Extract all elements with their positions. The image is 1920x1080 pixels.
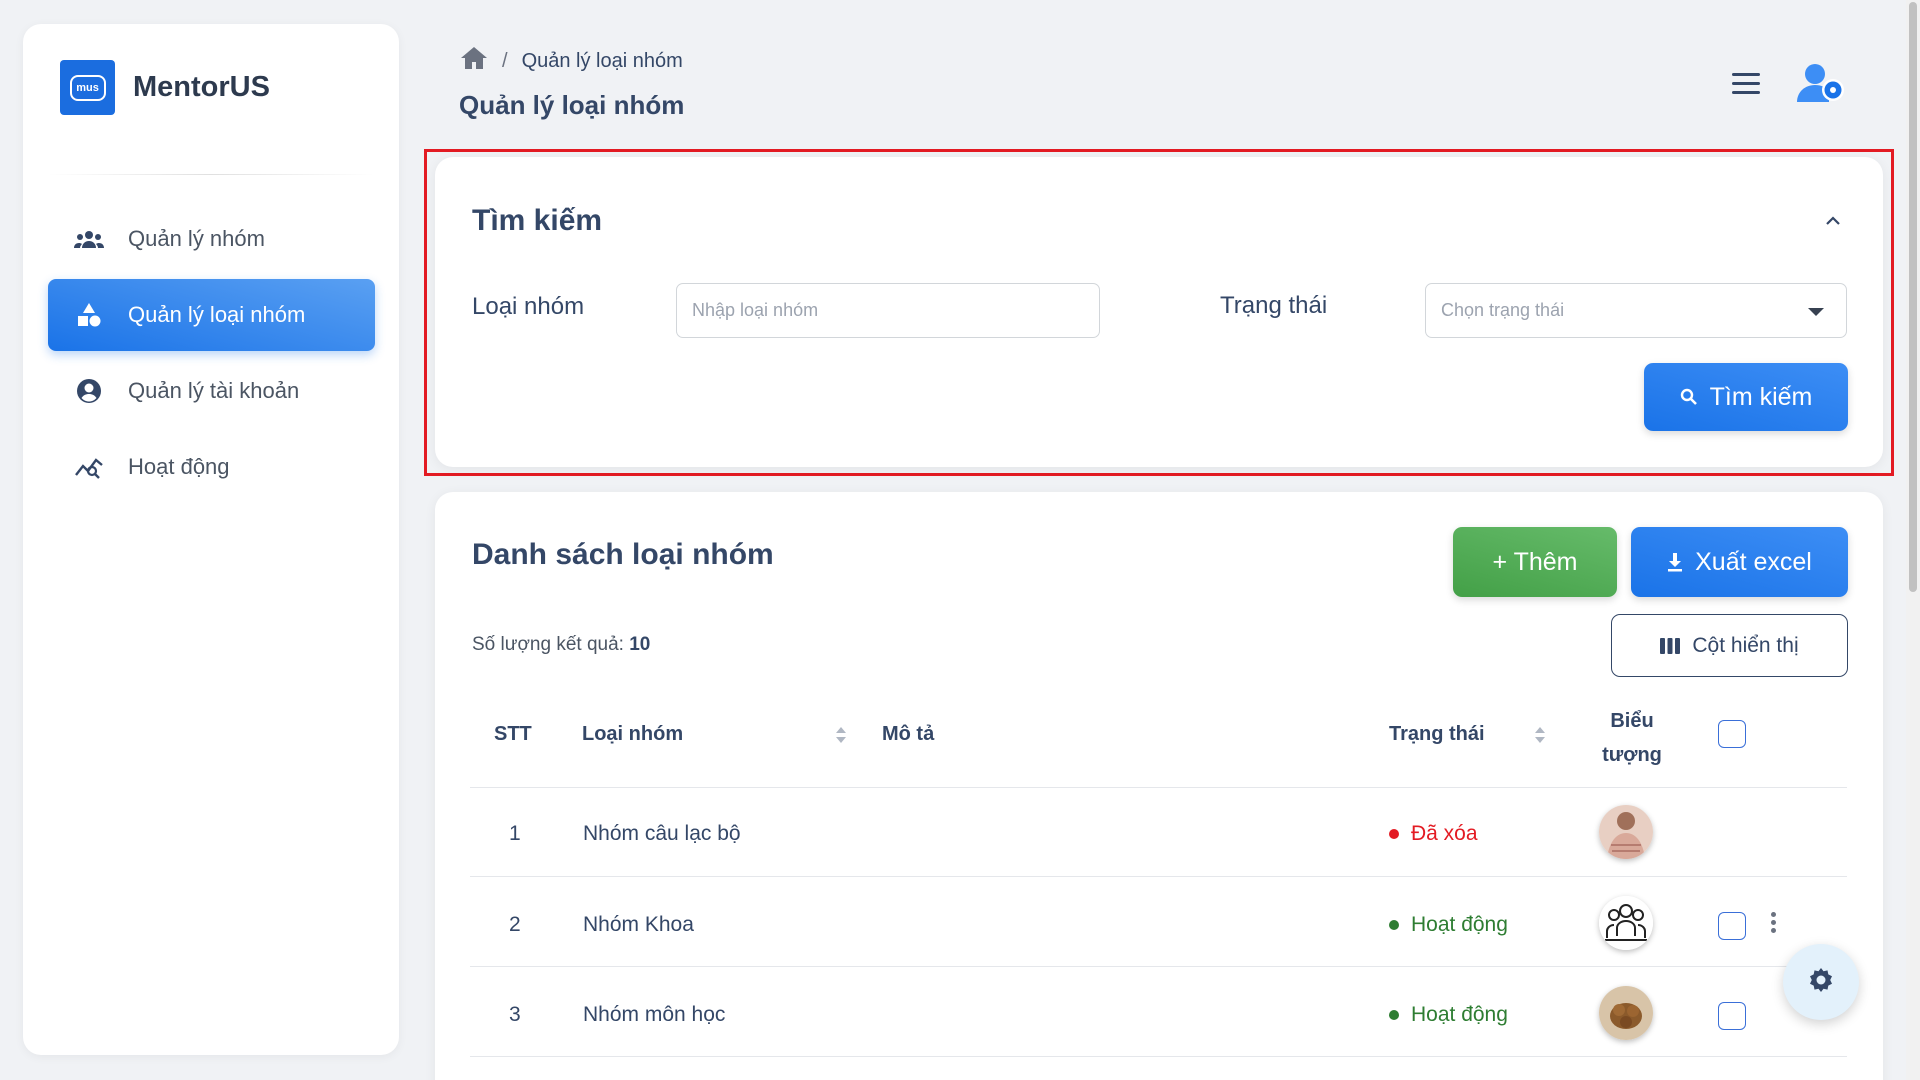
scrollbar-thumb[interactable]: [1909, 2, 1917, 592]
status-text: Hoạt động: [1411, 913, 1508, 936]
search-button[interactable]: Tìm kiếm: [1644, 363, 1848, 431]
status-select-placeholder: Chọn trạng thái: [1441, 300, 1565, 320]
column-header-icon-line1: Biểu: [1610, 710, 1654, 732]
status-badge: Hoạt động: [1389, 1003, 1508, 1027]
status-dot: [1389, 829, 1399, 839]
category-icon: [74, 300, 104, 330]
sidebar-item-label: Quản lý nhóm: [128, 226, 265, 251]
group-type-avatar: [1599, 986, 1653, 1040]
status-select[interactable]: Chọn trạng thái: [1425, 283, 1847, 338]
column-header-stt: STT: [494, 723, 532, 745]
sidebar-item-label: Quản lý tài khoản: [128, 378, 300, 403]
add-button-label: + Thêm: [1492, 547, 1578, 576]
breadcrumb-current: Quản lý loại nhóm: [521, 49, 683, 72]
group-type-avatar: [1599, 896, 1653, 950]
row-group-type: Nhóm môn học: [583, 1003, 726, 1026]
row-group-type: Nhóm Khoa: [583, 913, 694, 936]
export-button-label: Xuất excel: [1695, 547, 1812, 576]
more-vert-icon[interactable]: [1771, 912, 1777, 934]
account-circle-icon: [74, 376, 104, 406]
status-badge: Hoạt động: [1389, 913, 1508, 937]
column-header-group-type[interactable]: Loại nhóm: [582, 723, 683, 746]
status-text: Đã xóa: [1411, 822, 1478, 845]
result-count-value: 10: [629, 634, 651, 655]
export-excel-button[interactable]: Xuất excel: [1631, 527, 1848, 597]
group-type-avatar: [1599, 805, 1653, 859]
result-count: Số lượng kết quả: 10: [472, 634, 650, 656]
settings-fab[interactable]: [1783, 944, 1859, 1020]
sidebar-item-account-management[interactable]: Quản lý tài khoản: [48, 355, 375, 427]
sidebar-nav: Quản lý nhóm Quản lý loại nhóm Quản lý t…: [48, 203, 375, 507]
sidebar-item-group-management[interactable]: Quản lý nhóm: [48, 203, 375, 275]
status-dot: [1389, 1010, 1399, 1020]
app-name: MentorUS: [133, 71, 270, 103]
status-badge: Đã xóa: [1389, 822, 1478, 846]
search-title: Tìm kiếm: [472, 204, 603, 237]
breadcrumb: / Quản lý loại nhóm: [460, 46, 683, 76]
result-count-label: Số lượng kết quả:: [472, 634, 630, 655]
sort-icon[interactable]: [1535, 727, 1545, 743]
row-checkbox[interactable]: [1718, 912, 1746, 940]
table-divider: [470, 966, 1847, 967]
query-stats-icon: [74, 452, 104, 482]
column-header-icon: Biểu tượng: [1596, 704, 1668, 772]
sidebar: mus MentorUS Quản lý nhóm Quản lý loại n…: [23, 24, 399, 1055]
row-checkbox[interactable]: [1718, 1002, 1746, 1030]
groups-icon: [74, 224, 104, 254]
table-divider: [470, 787, 1847, 788]
table-divider: [470, 876, 1847, 877]
sidebar-item-group-type-management[interactable]: Quản lý loại nhóm: [48, 279, 375, 351]
search-icon: [1680, 388, 1698, 406]
caret-down-icon: [1808, 308, 1824, 316]
page-scrollbar[interactable]: [1906, 0, 1920, 1080]
breadcrumb-separator: /: [502, 49, 508, 72]
brand[interactable]: mus MentorUS: [60, 60, 270, 115]
app-logo-icon: mus: [60, 60, 115, 115]
group-type-label: Loại nhóm: [472, 293, 585, 320]
home-icon[interactable]: [460, 46, 488, 76]
search-card: Tìm kiếm Loại nhóm Trạng thái Chọn trạng…: [435, 157, 1883, 467]
row-group-type: Nhóm câu lạc bộ: [583, 822, 741, 845]
search-button-label: Tìm kiếm: [1709, 382, 1813, 411]
table-divider: [470, 1056, 1847, 1057]
gear-icon: [1807, 966, 1835, 999]
group-type-input[interactable]: [676, 283, 1100, 338]
add-button[interactable]: + Thêm: [1453, 527, 1617, 597]
page-title: Quản lý loại nhóm: [459, 90, 685, 120]
list-title: Danh sách loại nhóm: [472, 538, 774, 571]
view-column-icon: [1660, 637, 1681, 655]
list-card: Danh sách loại nhóm + Thêm Xuất excel Số…: [435, 492, 1883, 1080]
column-header-status[interactable]: Trạng thái: [1389, 723, 1485, 746]
status-text: Hoạt động: [1411, 1003, 1508, 1026]
chevron-up-icon[interactable]: [1823, 211, 1843, 231]
sort-icon[interactable]: [836, 727, 846, 743]
row-stt: 2: [509, 913, 521, 936]
column-header-description: Mô tả: [882, 723, 935, 745]
app-logo-text: mus: [69, 74, 106, 101]
column-header-icon-line2: tượng: [1602, 744, 1662, 766]
sidebar-divider: [47, 174, 375, 175]
sidebar-item-label: Quản lý loại nhóm: [128, 302, 306, 327]
sidebar-item-activity[interactable]: Hoạt động: [48, 431, 375, 503]
download-icon: [1667, 552, 1683, 572]
status-dot: [1389, 920, 1399, 930]
columns-button-label: Cột hiển thị: [1692, 633, 1799, 657]
status-label: Trạng thái: [1220, 292, 1328, 319]
menu-toggle-icon[interactable]: [1732, 73, 1760, 95]
row-stt: 3: [509, 1003, 521, 1026]
select-all-checkbox[interactable]: [1718, 720, 1746, 748]
row-stt: 1: [509, 822, 521, 845]
columns-visibility-button[interactable]: Cột hiển thị: [1611, 614, 1848, 677]
user-settings-icon[interactable]: [1793, 58, 1849, 114]
sidebar-item-label: Hoạt động: [128, 454, 230, 479]
